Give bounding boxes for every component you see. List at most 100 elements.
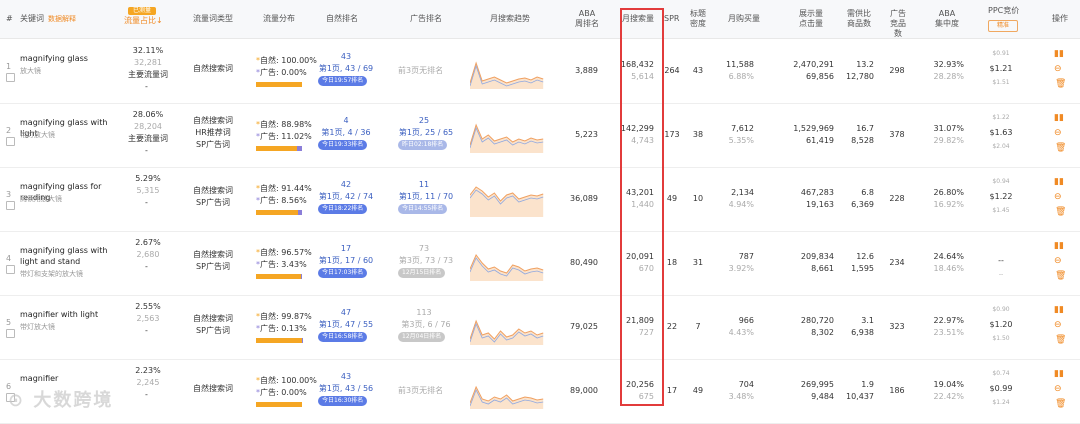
natural-rank[interactable]: 17 [326,243,366,254]
bar-chart-icon[interactable]: ▮▮ [1054,49,1064,59]
bar-chart-icon[interactable]: ▮▮ [1054,305,1064,315]
bar-chart-icon[interactable]: ▮▮ [1054,177,1064,187]
title-density: 38 [692,130,704,139]
share-badge: 已测量 [128,7,156,15]
trash-icon[interactable]: 🗑 [1055,399,1066,409]
row-checkbox[interactable] [6,265,15,274]
keyword-text[interactable]: magnifier [20,373,120,384]
header-ad[interactable]: 广告排名 [410,14,442,24]
bar-chart-icon[interactable]: ▮▮ [1054,241,1064,251]
spr: 18 [666,258,678,267]
natural-rank-position: 第1页, 17 / 60 [318,256,374,265]
minus-circle-icon[interactable]: ⊖ [1054,64,1062,74]
trend-sparkline[interactable] [470,373,546,409]
goods-count: 6,369 [851,200,874,209]
minus-circle-icon[interactable]: ⊖ [1054,384,1062,394]
minus-circle-icon[interactable]: ⊖ [1054,320,1062,330]
goods-count: 10,437 [846,392,874,401]
header-display-click[interactable]: 展示量 点击量 [794,9,828,29]
header-title-density[interactable]: 标题 密度 [688,9,708,29]
header-keyword: 关键词 [20,14,44,23]
row-index: 5 [6,318,12,327]
trash-icon[interactable]: 🗑 [1055,143,1066,153]
aba-concentration-sub: 23.51% [933,328,964,337]
header-share[interactable]: 流量占比↓ [124,16,163,26]
monthly-buy: 2,134 [731,188,754,197]
ad-rank-time: 今日14:55排名 [398,204,448,214]
trash-icon[interactable]: 🗑 [1055,335,1066,345]
buy-rate: 6.88% [728,72,754,81]
share-pct: 2.23% [135,366,161,375]
natural-rank-position: 第1页, 47 / 55 [318,320,374,329]
dist-bar [256,402,302,407]
share-count: 32,281 [134,58,162,67]
ad-rank[interactable]: 73 [404,243,444,254]
aba-concentration-sub: 22.42% [933,392,964,401]
table-row[interactable]: 1 magnifying glass 放大镜 32.11% 32,281 主要流量词 - 自然… [0,39,1080,104]
natural-rank[interactable]: 4 [326,115,366,126]
natural-rank[interactable]: 42 [326,179,366,190]
share-count: 2,680 [136,250,160,259]
bar-chart-icon[interactable]: ▮▮ [1054,369,1064,379]
keyword-text[interactable]: magnifying glass with light and stand [20,245,120,267]
header-spr[interactable]: SPR [664,14,679,24]
table-row[interactable]: 5 magnifier with light 带灯放大镜 2.55% 2,563 - 自然搜… [0,295,1080,360]
header-supply-demand[interactable]: 需供比 商品数 [846,9,872,29]
trend-sparkline[interactable] [470,53,546,89]
bar-chart-icon[interactable]: ▮▮ [1054,113,1064,123]
natural-rank[interactable]: 47 [326,307,366,318]
trash-icon[interactable]: 🗑 [1055,79,1066,89]
ad-rank-position: 第1页, 25 / 65 [398,128,454,137]
ad-competitors: 228 [889,194,905,203]
row-checkbox[interactable] [6,73,15,82]
trash-icon[interactable]: 🗑 [1055,207,1066,217]
natural-rank[interactable]: 43 [326,371,366,382]
trend-sparkline[interactable] [470,245,546,281]
keyword-text[interactable]: magnifying glass [20,53,120,64]
natural-rank[interactable]: 43 [326,51,366,62]
buy-rate: 3.92% [728,264,754,273]
ad-competitors: 186 [889,386,905,395]
row-checkbox[interactable] [6,329,15,338]
header-monthly-buy[interactable]: 月购买量 [728,14,760,24]
dist-bar [256,338,302,343]
keyword-type: SP广告词 [196,140,230,149]
dist-bar [256,82,302,87]
ad-rank-time: 昨日02:18排名 [398,140,448,150]
supply-demand: 6.8 [861,188,874,197]
row-checkbox[interactable] [6,137,15,146]
keyword-type: SP广告词 [196,326,230,335]
ad-rank[interactable]: 113 [404,307,444,318]
header-ad-count[interactable]: 广告 竞品数 [887,9,909,39]
ppc-match-filter[interactable]: 精准 [988,20,1018,32]
trend-sparkline[interactable] [470,117,546,153]
ad-rank[interactable]: 11 [404,179,444,190]
keyword-translation: 带灯放大镜 [20,131,55,139]
header-natural[interactable]: 自然排名 [326,14,358,24]
dist-natural: *自然: 88.98% [256,120,312,129]
table-row[interactable]: 2 magnifying glass with light 带灯放大镜 28.06% 2… [0,103,1080,168]
trend-sparkline[interactable] [470,309,546,345]
header-aba[interactable]: ABA 周排名 [574,9,600,29]
keyword-text[interactable]: magnifier with light [20,309,120,320]
table-row[interactable]: 4 magnifying glass with light and stand 带灯… [0,231,1080,296]
trend-sparkline[interactable] [470,181,546,217]
trash-icon[interactable]: 🗑 [1055,271,1066,281]
keyword-explain-link[interactable]: 数据解释 [48,14,76,24]
row-checkbox[interactable] [6,201,15,210]
minus-circle-icon[interactable]: ⊖ [1054,192,1062,202]
table-row[interactable]: 3 magnifying glass for reading 阅读用放大镜 5.29%… [0,167,1080,232]
minus-circle-icon[interactable]: ⊖ [1054,256,1062,266]
ppc-bid: $1.20 [989,320,1013,329]
display-count: 467,283 [800,188,834,197]
natural-rank-position: 第1页, 43 / 69 [318,64,374,73]
supply-demand: 12.6 [856,252,874,261]
minus-circle-icon[interactable]: ⊖ [1054,128,1062,138]
ad-rank-position: 第3页, 6 / 76 [401,320,451,329]
ad-rank[interactable]: 25 [404,115,444,126]
aba-concentration: 24.64% [933,252,964,261]
table-row[interactable]: 6 magnifier 2.23% 2,245- 自然搜索词 *自然: 100.00% *广… [0,359,1080,424]
aba-concentration-sub: 18.46% [933,264,964,273]
header-aba-conc[interactable]: ABA 集中度 [935,9,959,29]
display-count: 2,470,291 [793,60,834,69]
